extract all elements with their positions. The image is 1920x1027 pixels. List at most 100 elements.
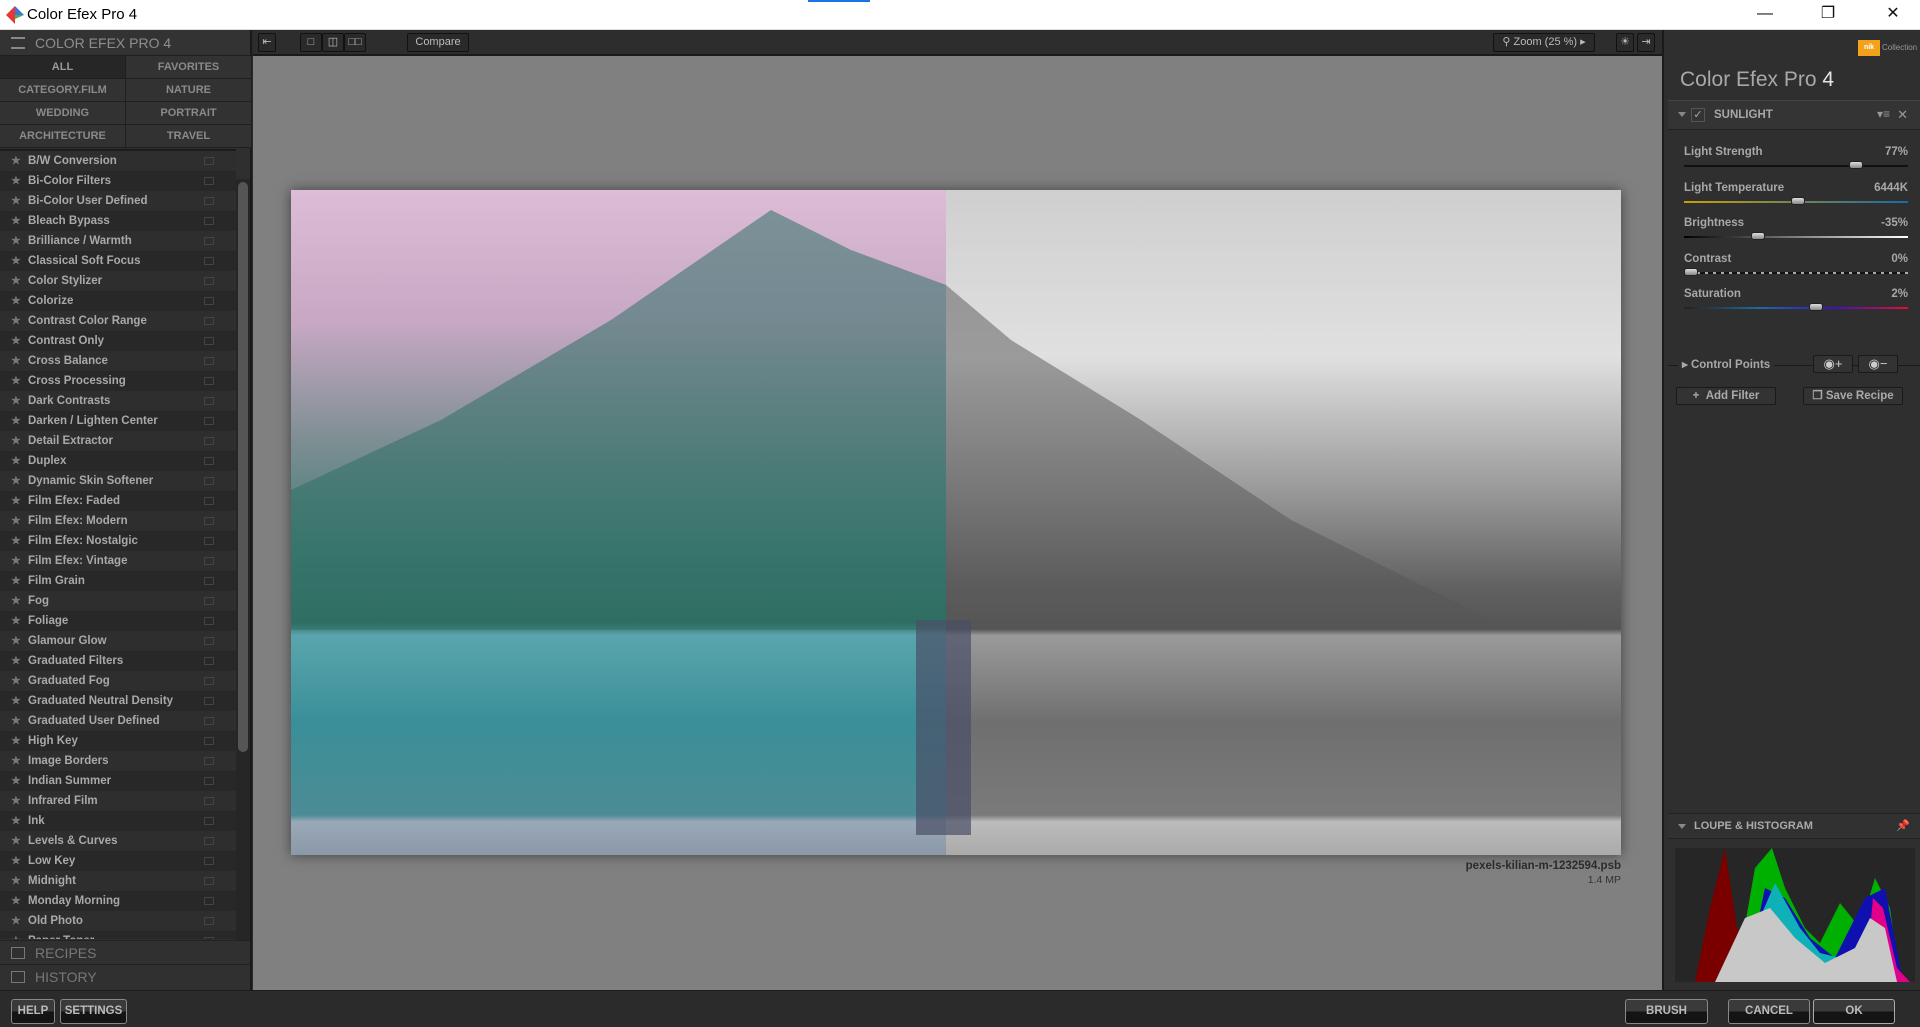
stack-icon[interactable]: [204, 257, 214, 265]
slider-handle[interactable]: [1750, 232, 1765, 240]
stack-icon[interactable]: [204, 937, 214, 939]
filter-list-item[interactable]: ★ High Key: [0, 731, 236, 751]
stack-icon[interactable]: [204, 597, 214, 605]
category-travel[interactable]: TRAVEL: [126, 125, 252, 148]
favorite-star-icon[interactable]: ★: [11, 471, 21, 491]
minimize-button[interactable]: —: [1742, 0, 1788, 30]
favorite-star-icon[interactable]: ★: [11, 291, 21, 311]
favorite-star-icon[interactable]: ★: [11, 771, 21, 791]
favorite-star-icon[interactable]: ★: [11, 751, 21, 771]
favorite-star-icon[interactable]: ★: [11, 451, 21, 471]
remove-control-point-button[interactable]: ◉−: [1858, 355, 1898, 373]
favorite-star-icon[interactable]: ★: [11, 711, 21, 731]
hide-controls-button[interactable]: ⇥: [1637, 33, 1655, 52]
favorite-star-icon[interactable]: ★: [11, 531, 21, 551]
stack-icon[interactable]: [204, 817, 214, 825]
slider-light-strength[interactable]: Light Strength 77%: [1684, 146, 1908, 181]
stack-icon[interactable]: [204, 577, 214, 585]
ok-button[interactable]: OK: [1813, 999, 1895, 1024]
category-portrait[interactable]: PORTRAIT: [126, 102, 252, 125]
close-button[interactable]: ✕: [1870, 0, 1916, 30]
category-nature[interactable]: NATURE: [126, 79, 252, 102]
save-recipe-button[interactable]: ❐ Save Recipe: [1803, 387, 1903, 405]
stack-icon[interactable]: [204, 497, 214, 505]
filter-list-item[interactable]: ★ Film Efex: Vintage: [0, 551, 236, 571]
favorite-star-icon[interactable]: ★: [11, 671, 21, 691]
favorite-star-icon[interactable]: ★: [11, 851, 21, 871]
category-favorites[interactable]: FAVORITES: [126, 56, 252, 79]
favorite-star-icon[interactable]: ★: [11, 411, 21, 431]
filter-list-item[interactable]: ★ Film Efex: Faded: [0, 491, 236, 511]
favorite-star-icon[interactable]: ★: [11, 931, 21, 939]
stack-icon[interactable]: [204, 777, 214, 785]
stack-icon[interactable]: [204, 217, 214, 225]
filter-list-item[interactable]: ★ Graduated Neutral Density: [0, 691, 236, 711]
filter-list-item[interactable]: ★ Film Grain: [0, 571, 236, 591]
filter-list-item[interactable]: ★ Infrared Film: [0, 791, 236, 811]
slider-handle[interactable]: [1683, 267, 1698, 276]
maximize-button[interactable]: ❐: [1805, 0, 1851, 30]
favorite-star-icon[interactable]: ★: [11, 251, 21, 271]
favorite-star-icon[interactable]: ★: [11, 511, 21, 531]
stack-icon[interactable]: [204, 917, 214, 925]
filter-list-item[interactable]: ★ Cross Balance: [0, 351, 236, 371]
slider-saturation[interactable]: Saturation 2%: [1684, 288, 1908, 323]
filter-list-item[interactable]: ★ Duplex: [0, 451, 236, 471]
collapse-icon[interactable]: [1678, 112, 1686, 117]
stack-icon[interactable]: [204, 377, 214, 385]
stack-icon[interactable]: [204, 857, 214, 865]
preview-image[interactable]: [291, 190, 1621, 855]
settings-button[interactable]: SETTINGS: [60, 999, 127, 1024]
filter-list-item[interactable]: ★ Dynamic Skin Softener: [0, 471, 236, 491]
filter-list-item[interactable]: ★ Graduated User Defined: [0, 711, 236, 731]
stack-icon[interactable]: [204, 277, 214, 285]
stack-icon[interactable]: [204, 157, 214, 165]
stack-icon[interactable]: [204, 837, 214, 845]
add-control-point-button[interactable]: ◉+: [1813, 355, 1853, 373]
slider-track[interactable]: [1684, 271, 1908, 274]
favorite-star-icon[interactable]: ★: [11, 651, 21, 671]
pin-icon[interactable]: 📌: [1896, 819, 1910, 832]
favorite-star-icon[interactable]: ★: [11, 211, 21, 231]
stack-icon[interactable]: [204, 517, 214, 525]
stack-icon[interactable]: [204, 237, 214, 245]
slider-handle[interactable]: [1791, 196, 1806, 205]
stack-icon[interactable]: [204, 657, 214, 665]
control-points-toggle[interactable]: ▸ Control Points: [1678, 357, 1775, 371]
slider-light-temperature[interactable]: Light Temperature 6444K: [1684, 182, 1908, 217]
filter-list-item[interactable]: ★ Dark Contrasts: [0, 391, 236, 411]
slider-handle[interactable]: [1849, 161, 1864, 169]
stack-icon[interactable]: [204, 457, 214, 465]
filter-list-item[interactable]: ★ Bi-Color Filters: [0, 171, 236, 191]
stack-icon[interactable]: [204, 337, 214, 345]
favorite-star-icon[interactable]: ★: [11, 231, 21, 251]
filter-list-item[interactable]: ★ Indian Summer: [0, 771, 236, 791]
filter-list-item[interactable]: ★ Graduated Fog: [0, 671, 236, 691]
stack-icon[interactable]: [204, 297, 214, 305]
stack-icon[interactable]: [204, 317, 214, 325]
filter-list-item[interactable]: ★ Film Efex: Modern: [0, 511, 236, 531]
favorite-star-icon[interactable]: ★: [11, 731, 21, 751]
favorite-star-icon[interactable]: ★: [11, 271, 21, 291]
favorite-star-icon[interactable]: ★: [11, 191, 21, 211]
favorite-star-icon[interactable]: ★: [11, 891, 21, 911]
stack-icon[interactable]: [204, 637, 214, 645]
remove-filter-icon[interactable]: ✕: [1897, 107, 1908, 123]
favorite-star-icon[interactable]: ★: [11, 811, 21, 831]
filter-list-item[interactable]: ★ Graduated Filters: [0, 651, 236, 671]
single-view-button[interactable]: □: [300, 33, 322, 52]
slider-track[interactable]: [1684, 236, 1908, 238]
favorite-star-icon[interactable]: ★: [11, 311, 21, 331]
slider-track[interactable]: [1684, 165, 1908, 167]
filter-list-item[interactable]: ★ Color Stylizer: [0, 271, 236, 291]
filter-list-item[interactable]: ★ Levels & Curves: [0, 831, 236, 851]
filter-list-item[interactable]: ★ Monday Morning: [0, 891, 236, 911]
filter-enable-checkbox[interactable]: ✓: [1691, 108, 1705, 122]
history-section[interactable]: HISTORY: [0, 964, 250, 988]
stack-icon[interactable]: [204, 417, 214, 425]
brush-button[interactable]: BRUSH: [1625, 999, 1708, 1024]
filter-list-item[interactable]: ★ Colorize: [0, 291, 236, 311]
category-all[interactable]: ALL: [0, 56, 126, 79]
filter-list-item[interactable]: ★ Paper Toner: [0, 931, 236, 939]
slider-brightness[interactable]: Brightness -35%: [1684, 217, 1908, 252]
